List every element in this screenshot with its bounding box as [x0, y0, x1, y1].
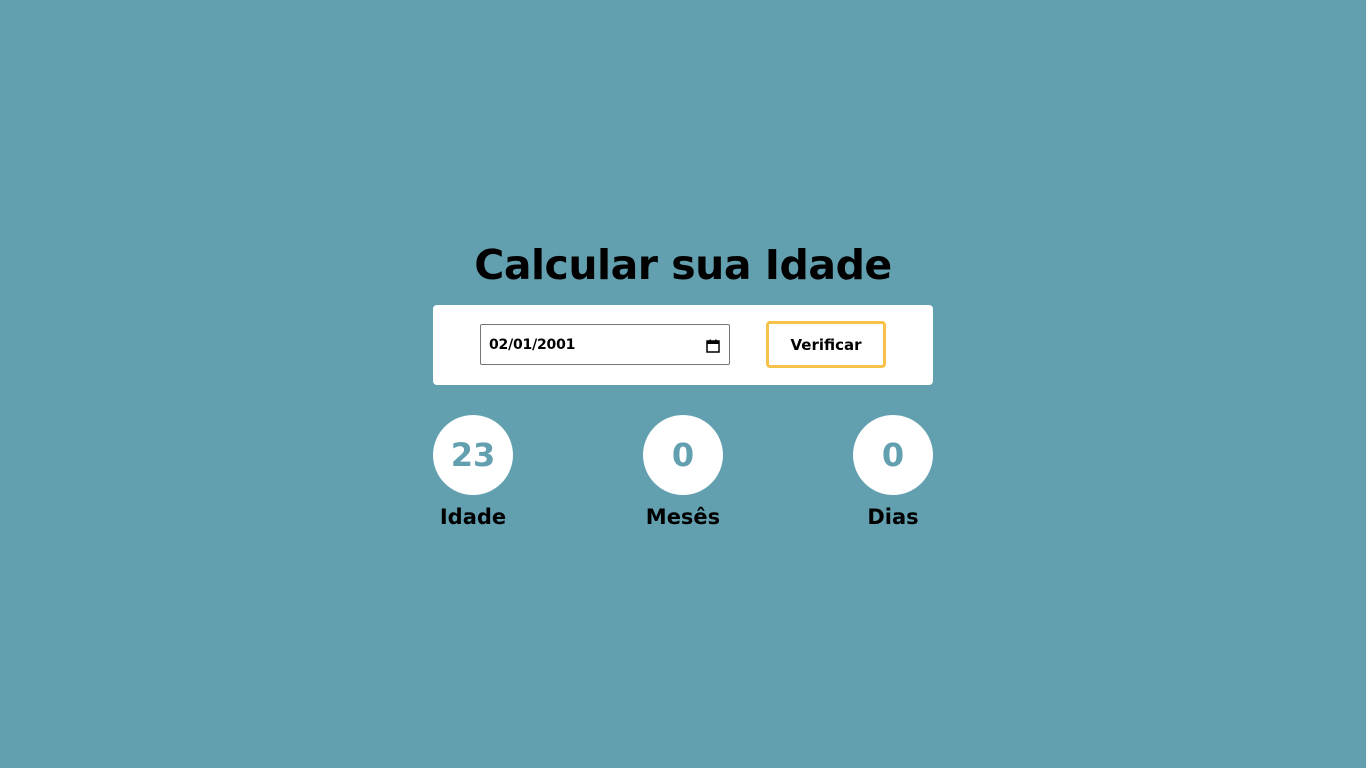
calendar-icon[interactable] — [706, 338, 720, 353]
months-circle: 0 — [643, 415, 723, 495]
result-months: 0 Mesês — [633, 415, 733, 531]
years-label: Idade — [439, 505, 507, 529]
result-days: 0 Dias — [843, 415, 943, 531]
page-title: Calcular sua Idade — [474, 241, 892, 289]
days-circle: 0 — [853, 415, 933, 495]
date-form-card: 02/01/2001 Verificar — [433, 305, 933, 385]
months-label: Mesês — [645, 505, 721, 529]
days-label: Dias — [867, 505, 919, 529]
result-years: 23 Idade — [423, 415, 523, 531]
verify-button[interactable]: Verificar — [766, 321, 886, 368]
results-row: 23 Idade 0 Mesês 0 Dias — [433, 415, 933, 535]
birthdate-value: 02/01/2001 — [489, 336, 576, 353]
birthdate-input[interactable]: 02/01/2001 — [480, 324, 730, 365]
age-calculator: Calcular sua Idade 02/01/2001 Verificar … — [433, 240, 933, 535]
years-circle: 23 — [433, 415, 513, 495]
